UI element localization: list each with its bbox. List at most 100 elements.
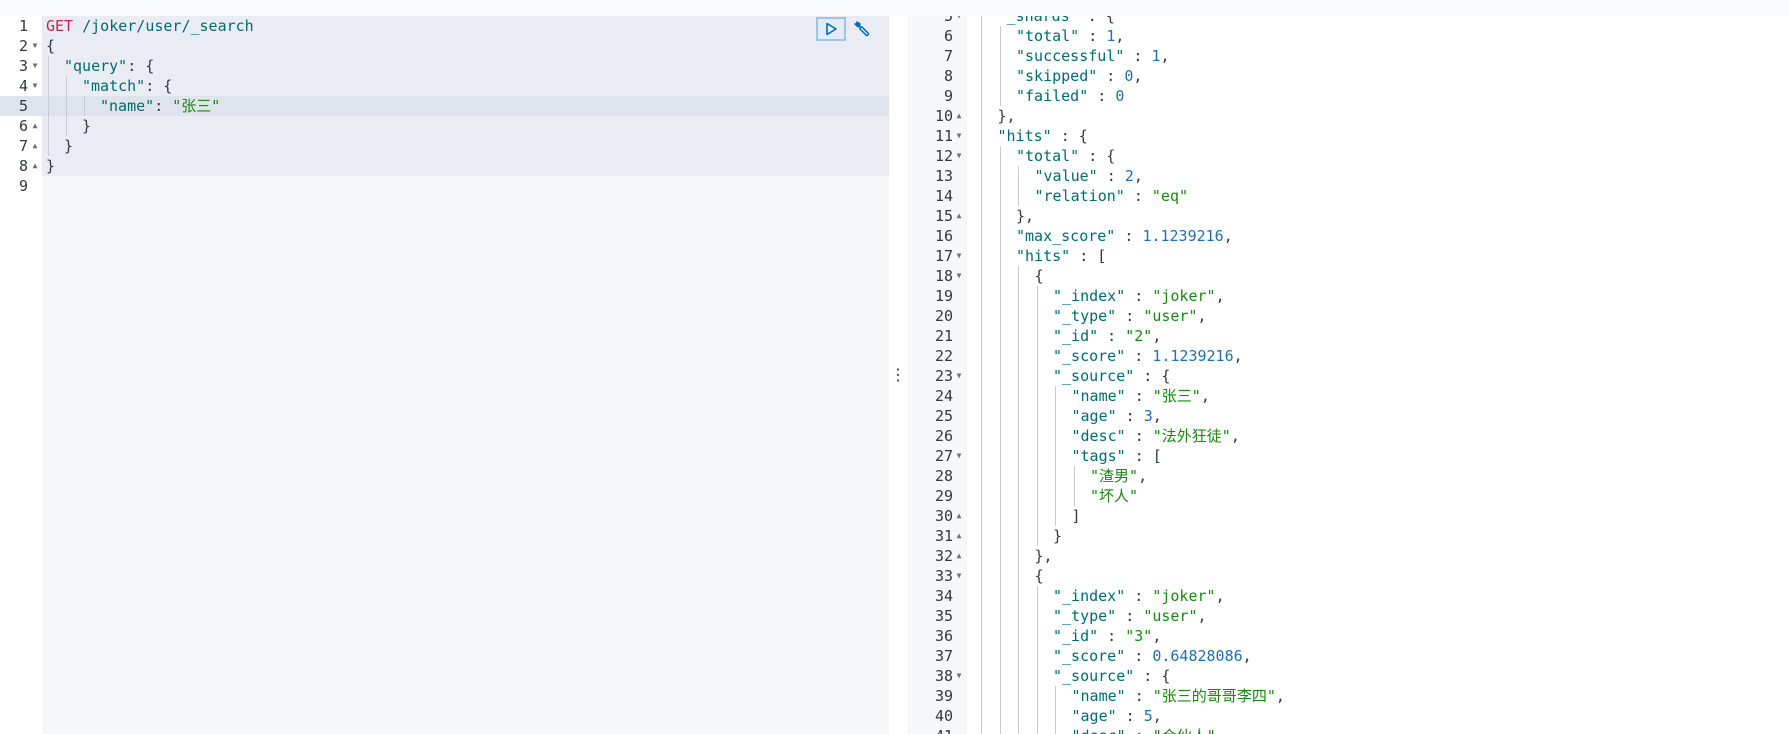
indent-guide: [1036, 446, 1038, 466]
request-editor[interactable]: 1 GET /joker/user/_search 2 ▼{3 ▼ "query": {4…: [0, 16, 889, 734]
code-token: "age": [1071, 707, 1117, 725]
fold-close-icon[interactable]: ▲: [955, 526, 963, 546]
code-token: "张三的哥哥李四": [1152, 687, 1276, 705]
line-number: 15: [934, 207, 953, 225]
indent-guide: [1036, 426, 1038, 446]
code-text: "hits" : {: [998, 126, 1088, 146]
indent-guide: [981, 246, 982, 266]
fold-close-icon[interactable]: ▲: [955, 106, 963, 126]
response-line: 7 "successful" : 1,: [907, 46, 1789, 66]
code-token: "渣男": [1090, 467, 1139, 485]
code-token: },: [1016, 207, 1035, 225]
indent-guide: [981, 726, 982, 734]
fold-open-icon[interactable]: ▼: [955, 566, 963, 586]
code-token: "张三": [1152, 387, 1201, 405]
indent-guide: [1036, 646, 1038, 666]
code-token: "value": [1034, 167, 1098, 185]
code-token: "2": [1125, 327, 1153, 345]
response-line: 12 ▼ "total" : {: [907, 146, 1789, 166]
code-text: },: [1035, 546, 1053, 566]
fold-close-icon[interactable]: ▲: [955, 506, 963, 526]
fold-open-icon[interactable]: ▼: [955, 146, 963, 166]
indent-guide: [1055, 726, 1056, 734]
fold-open-icon[interactable]: ▼: [955, 446, 963, 466]
code-token: ,: [1133, 67, 1143, 85]
code-token: : {: [145, 77, 173, 95]
fold-close-icon[interactable]: ▲: [31, 156, 39, 176]
fold-open-icon[interactable]: ▼: [955, 366, 963, 386]
indent-guide: [84, 96, 85, 116]
code-text: }: [64, 136, 73, 156]
run-request-button[interactable]: [816, 17, 846, 41]
fold-open-icon[interactable]: ▼: [31, 76, 39, 96]
code-token: :: [1116, 607, 1144, 625]
code-token: :: [1125, 427, 1153, 445]
indent-guide: [1055, 506, 1056, 526]
indent-guide: [981, 16, 982, 26]
indent-guide: [1036, 626, 1038, 646]
indent-guide: [1018, 506, 1019, 526]
indent-guide: [999, 226, 1001, 246]
code-token: },: [1034, 547, 1053, 565]
fold-open-icon[interactable]: ▼: [31, 56, 39, 76]
code-token: },: [997, 107, 1016, 125]
request-line: 4 ▼ "match": {: [0, 76, 889, 96]
indent-guide: [981, 366, 982, 386]
fold-open-icon[interactable]: ▼: [955, 666, 963, 686]
line-number: 7: [943, 47, 953, 65]
fold-open-icon[interactable]: ▼: [955, 16, 963, 26]
code-text: "max_score" : 1.1239216,: [1016, 226, 1233, 246]
code-text: "tags" : [: [1072, 446, 1162, 466]
fold-close-icon[interactable]: ▲: [955, 546, 963, 566]
indent-guide: [1036, 346, 1038, 366]
response-line: 22 "_score" : 1.1239216,: [907, 346, 1789, 366]
code-token: 1: [1106, 27, 1116, 45]
panel-resizer[interactable]: ⋮: [889, 16, 907, 734]
code-token: : {: [1134, 667, 1171, 685]
code-text: "_score" : 1.1239216,: [1053, 346, 1243, 366]
line-number: 36: [934, 627, 953, 645]
response-line: 21 "_id" : "2",: [907, 326, 1789, 346]
indent-guide: [1036, 706, 1038, 726]
code-token: :: [1116, 707, 1144, 725]
indent-guide: [999, 26, 1001, 46]
indent-guide: [1055, 426, 1056, 446]
line-number: 14: [934, 187, 953, 205]
code-token: "desc": [1072, 727, 1126, 734]
code-token: :: [1124, 187, 1152, 205]
code-text: "hits" : [: [1016, 246, 1106, 266]
fold-open-icon[interactable]: ▼: [955, 126, 963, 146]
indent-guide: [1055, 386, 1056, 406]
request-line: 7 ▲}: [0, 136, 889, 156]
code-token: "_type": [1053, 307, 1117, 325]
response-output[interactable]: 5▼"_shards" : {6"total" : 1,7"successful…: [907, 16, 1789, 734]
code-token: : {: [1078, 16, 1115, 25]
code-text: }: [46, 156, 55, 176]
fold-close-icon[interactable]: ▲: [31, 136, 39, 156]
code-token: ,: [1152, 327, 1162, 345]
fold-open-icon[interactable]: ▼: [31, 36, 39, 56]
code-token: :: [1116, 307, 1144, 325]
response-line: 15 ▲},: [907, 206, 1789, 226]
code-text: {: [1035, 266, 1044, 286]
fold-close-icon[interactable]: ▲: [955, 206, 963, 226]
code-token: ,: [1215, 287, 1225, 305]
code-token: ,: [1152, 707, 1162, 725]
code-token: "坏人": [1090, 487, 1139, 505]
code-token: "joker": [1152, 587, 1216, 605]
code-token: ,: [1160, 47, 1170, 65]
indent-guide: [981, 646, 982, 666]
fold-open-icon[interactable]: ▼: [955, 246, 963, 266]
indent-guide: [981, 106, 982, 126]
indent-guide: [1036, 306, 1038, 326]
indent-guide: [1073, 486, 1075, 506]
code-token: ,: [1115, 27, 1125, 45]
line-number: 17: [934, 247, 953, 265]
code-token: "failed": [1016, 87, 1089, 105]
fold-close-icon[interactable]: ▲: [31, 116, 39, 136]
indent-guide: [1018, 726, 1019, 734]
fold-open-icon[interactable]: ▼: [955, 266, 963, 286]
request-settings-button[interactable]: [850, 17, 874, 41]
response-line: 17 ▼ "hits" : [: [907, 246, 1789, 266]
line-number: 10: [934, 107, 953, 125]
